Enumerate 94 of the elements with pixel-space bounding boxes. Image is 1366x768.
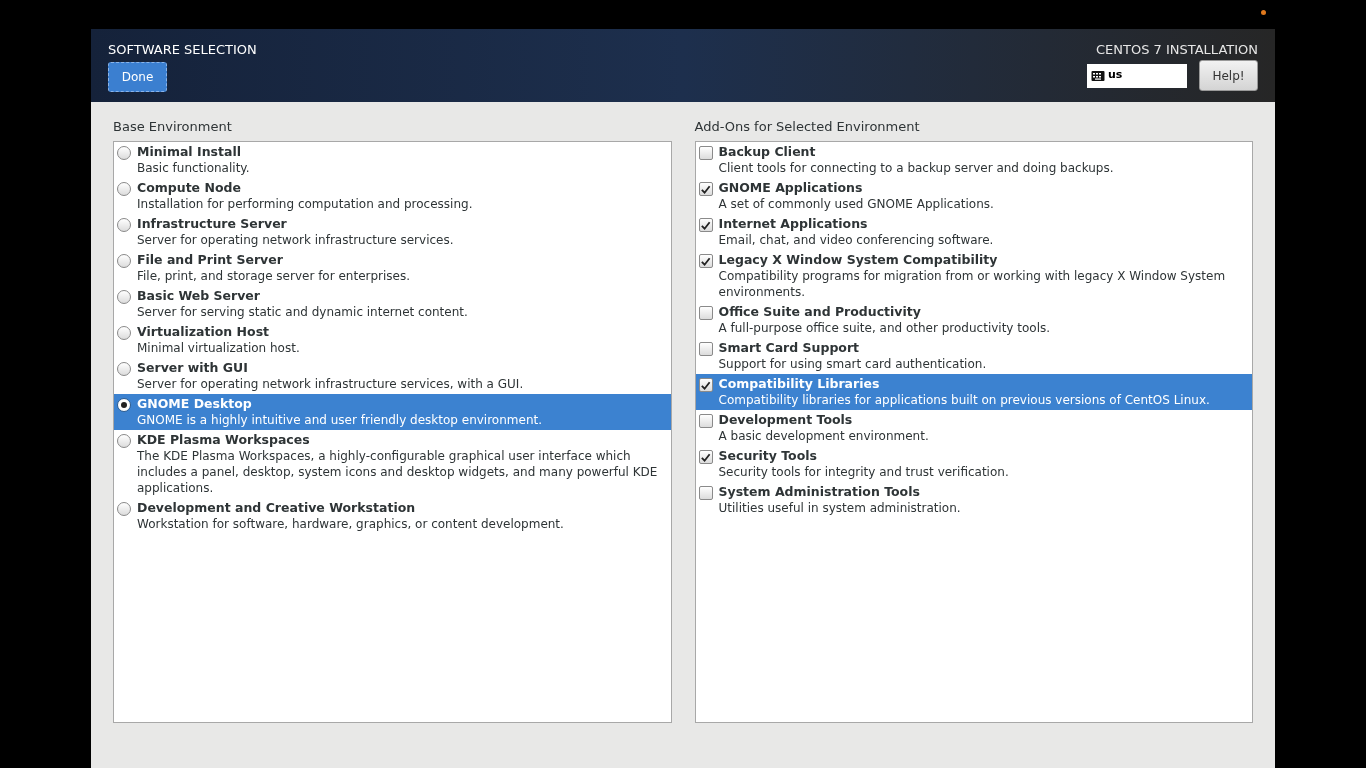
option-description: GNOME is a highly intuitive and user friendly desktop environment.: [137, 412, 543, 428]
option-title: Internet Applications: [718, 216, 869, 232]
option-description: A set of commonly used GNOME Applications.: [718, 196, 994, 212]
option-title: System Administration Tools: [718, 484, 921, 500]
list-row[interactable]: Legacy X Window System Compatibility Compatibility programs for migration from or working with legacy X Window System environments.: [695, 250, 1252, 302]
list-row[interactable]: KDE Plasma Workspaces The KDE Plasma Workspaces, a highly-configurable graphical user interface which includes a panel, desktop, system icons and desktop widgets, and many powerful KDE applications.: [114, 430, 671, 498]
list-row[interactable]: Virtualization Host Minimal virtualization host.: [114, 322, 671, 358]
list-row[interactable]: Server with GUI Server for operating network infrastructure services, with a GUI.: [114, 358, 671, 394]
radio-button[interactable]: [117, 502, 131, 516]
checkbox[interactable]: [698, 378, 713, 392]
option-title: Virtualization Host: [137, 324, 271, 340]
page-title: SOFTWARE SELECTION: [108, 42, 257, 58]
list-row[interactable]: Infrastructure Server Server for operating network infrastructure services.: [114, 214, 671, 250]
list-row[interactable]: Development and Creative Workstation Workstation for software, hardware, graphics, or content development.: [114, 498, 671, 534]
option-title: Development and Creative Workstation: [137, 500, 417, 516]
option-description: Security tools for integrity and trust verification.: [718, 464, 1009, 480]
option-description: Email, chat, and video conferencing software.: [718, 232, 994, 248]
list-row[interactable]: Compatibility Libraries Compatibility libraries for applications built on previous versions of CentOS Linux.: [695, 374, 1252, 410]
option-description: Server for operating network infrastructure services.: [137, 232, 454, 248]
checkbox[interactable]: [698, 450, 713, 464]
help-button[interactable]: Help!: [1199, 60, 1258, 91]
checkmark-icon: [700, 379, 711, 391]
list-row[interactable]: GNOME Applications A set of commonly used GNOME Applications.: [695, 178, 1252, 214]
option-title: Security Tools: [718, 448, 818, 464]
checkmark-icon: [700, 255, 711, 267]
option-description: A basic development environment.: [718, 428, 929, 444]
option-title: Legacy X Window System Compatibility: [718, 252, 999, 268]
list-row[interactable]: Basic Web Server Server for serving static and dynamic internet content.: [114, 286, 671, 322]
option-description: Compatibility libraries for applications built on previous versions of CentOS Linux.: [718, 392, 1210, 408]
list-row[interactable]: System Administration Tools Utilities useful in system administration.: [695, 482, 1252, 518]
list-row[interactable]: Backup Client Client tools for connecting to a backup server and doing backups.: [695, 142, 1252, 178]
list-row[interactable]: File and Print Server File, print, and storage server for enterprises.: [114, 250, 671, 286]
keyboard-layout-text: us: [1108, 67, 1123, 84]
list-row[interactable]: Internet Applications Email, chat, and video conferencing software.: [695, 214, 1252, 250]
option-title: KDE Plasma Workspaces: [137, 432, 311, 448]
checkbox[interactable]: [698, 486, 713, 500]
option-description: Minimal virtualization host.: [137, 340, 300, 356]
option-title: Smart Card Support: [718, 340, 861, 356]
option-title: Development Tools: [718, 412, 854, 428]
list-row[interactable]: GNOME Desktop GNOME is a highly intuitive and user friendly desktop environment.: [114, 394, 671, 430]
list-row[interactable]: Compute Node Installation for performing computation and processing.: [114, 178, 671, 214]
option-title: Basic Web Server: [137, 288, 261, 304]
section-label: Add-Ons for Selected Environment: [694, 119, 921, 135]
option-description: A full-purpose office suite, and other productivity tools.: [718, 320, 1051, 336]
radio-button[interactable]: [117, 326, 131, 340]
keyboard-icon: [1091, 69, 1105, 82]
radio-button[interactable]: [117, 254, 131, 268]
radio-button[interactable]: [117, 434, 131, 448]
option-title: GNOME Desktop: [137, 396, 253, 412]
radio-button[interactable]: [117, 398, 131, 412]
list-row[interactable]: Security Tools Security tools for integrity and trust verification.: [695, 446, 1252, 482]
option-description: The KDE Plasma Workspaces, a highly-configurable graphical user interface which includes a panel, desktop, system icons and desktop widgets, and many powerful KDE applications.: [137, 448, 659, 496]
checkmark-icon: [700, 219, 711, 231]
option-description: Installation for performing computation and processing.: [137, 196, 473, 212]
radio-button[interactable]: [117, 362, 131, 376]
checkbox[interactable]: [698, 146, 713, 160]
checkmark-icon: [700, 183, 711, 195]
done-button[interactable]: Done: [108, 62, 167, 92]
option-title: Infrastructure Server: [137, 216, 288, 232]
option-description: Client tools for connecting to a backup server and doing backups.: [718, 160, 1114, 176]
option-title: File and Print Server: [137, 252, 284, 268]
keyboard-layout-field[interactable]: us: [1087, 63, 1187, 88]
radio-button[interactable]: [117, 146, 131, 160]
option-description: Basic functionality.: [137, 160, 250, 176]
radio-button[interactable]: [117, 182, 131, 196]
section-label: Base Environment: [113, 119, 233, 135]
option-description: Utilities useful in system administration.: [718, 500, 961, 516]
list-row[interactable]: Smart Card Support Support for using smart card authentication.: [695, 338, 1252, 374]
checkmark-icon: [700, 451, 711, 463]
list-row[interactable]: Development Tools A basic development environment.: [695, 410, 1252, 446]
checkbox[interactable]: [698, 218, 713, 232]
radio-button[interactable]: [117, 290, 131, 304]
option-title: Backup Client: [718, 144, 817, 160]
list-row[interactable]: Office Suite and Productivity A full-purpose office suite, and other productivity tools.: [695, 302, 1252, 338]
option-description: Compatibility programs for migration from or working with legacy X Window System environments.: [718, 268, 1227, 300]
checkbox[interactable]: [698, 182, 713, 196]
option-description: File, print, and storage server for enterprises.: [137, 268, 411, 284]
product-title: CENTOS 7 INSTALLATION: [1096, 42, 1258, 58]
checkbox[interactable]: [698, 342, 713, 356]
option-description: Server for operating network infrastructure services, with a GUI.: [137, 376, 524, 392]
option-title: Server with GUI: [137, 360, 249, 376]
radio-button[interactable]: [117, 218, 131, 232]
checkbox[interactable]: [698, 414, 713, 428]
option-title: Compatibility Libraries: [718, 376, 881, 392]
option-title: Office Suite and Productivity: [718, 304, 922, 320]
option-title: Compute Node: [137, 180, 242, 196]
option-title: Minimal Install: [137, 144, 242, 160]
option-title: GNOME Applications: [718, 180, 864, 196]
list-row[interactable]: Minimal Install Basic functionality.: [114, 142, 671, 178]
option-description: Workstation for software, hardware, graphics, or content development.: [137, 516, 564, 532]
checkbox[interactable]: [698, 254, 713, 268]
checkbox[interactable]: [698, 306, 713, 320]
option-description: Support for using smart card authentication.: [718, 356, 987, 372]
option-description: Server for serving static and dynamic internet content.: [137, 304, 468, 320]
